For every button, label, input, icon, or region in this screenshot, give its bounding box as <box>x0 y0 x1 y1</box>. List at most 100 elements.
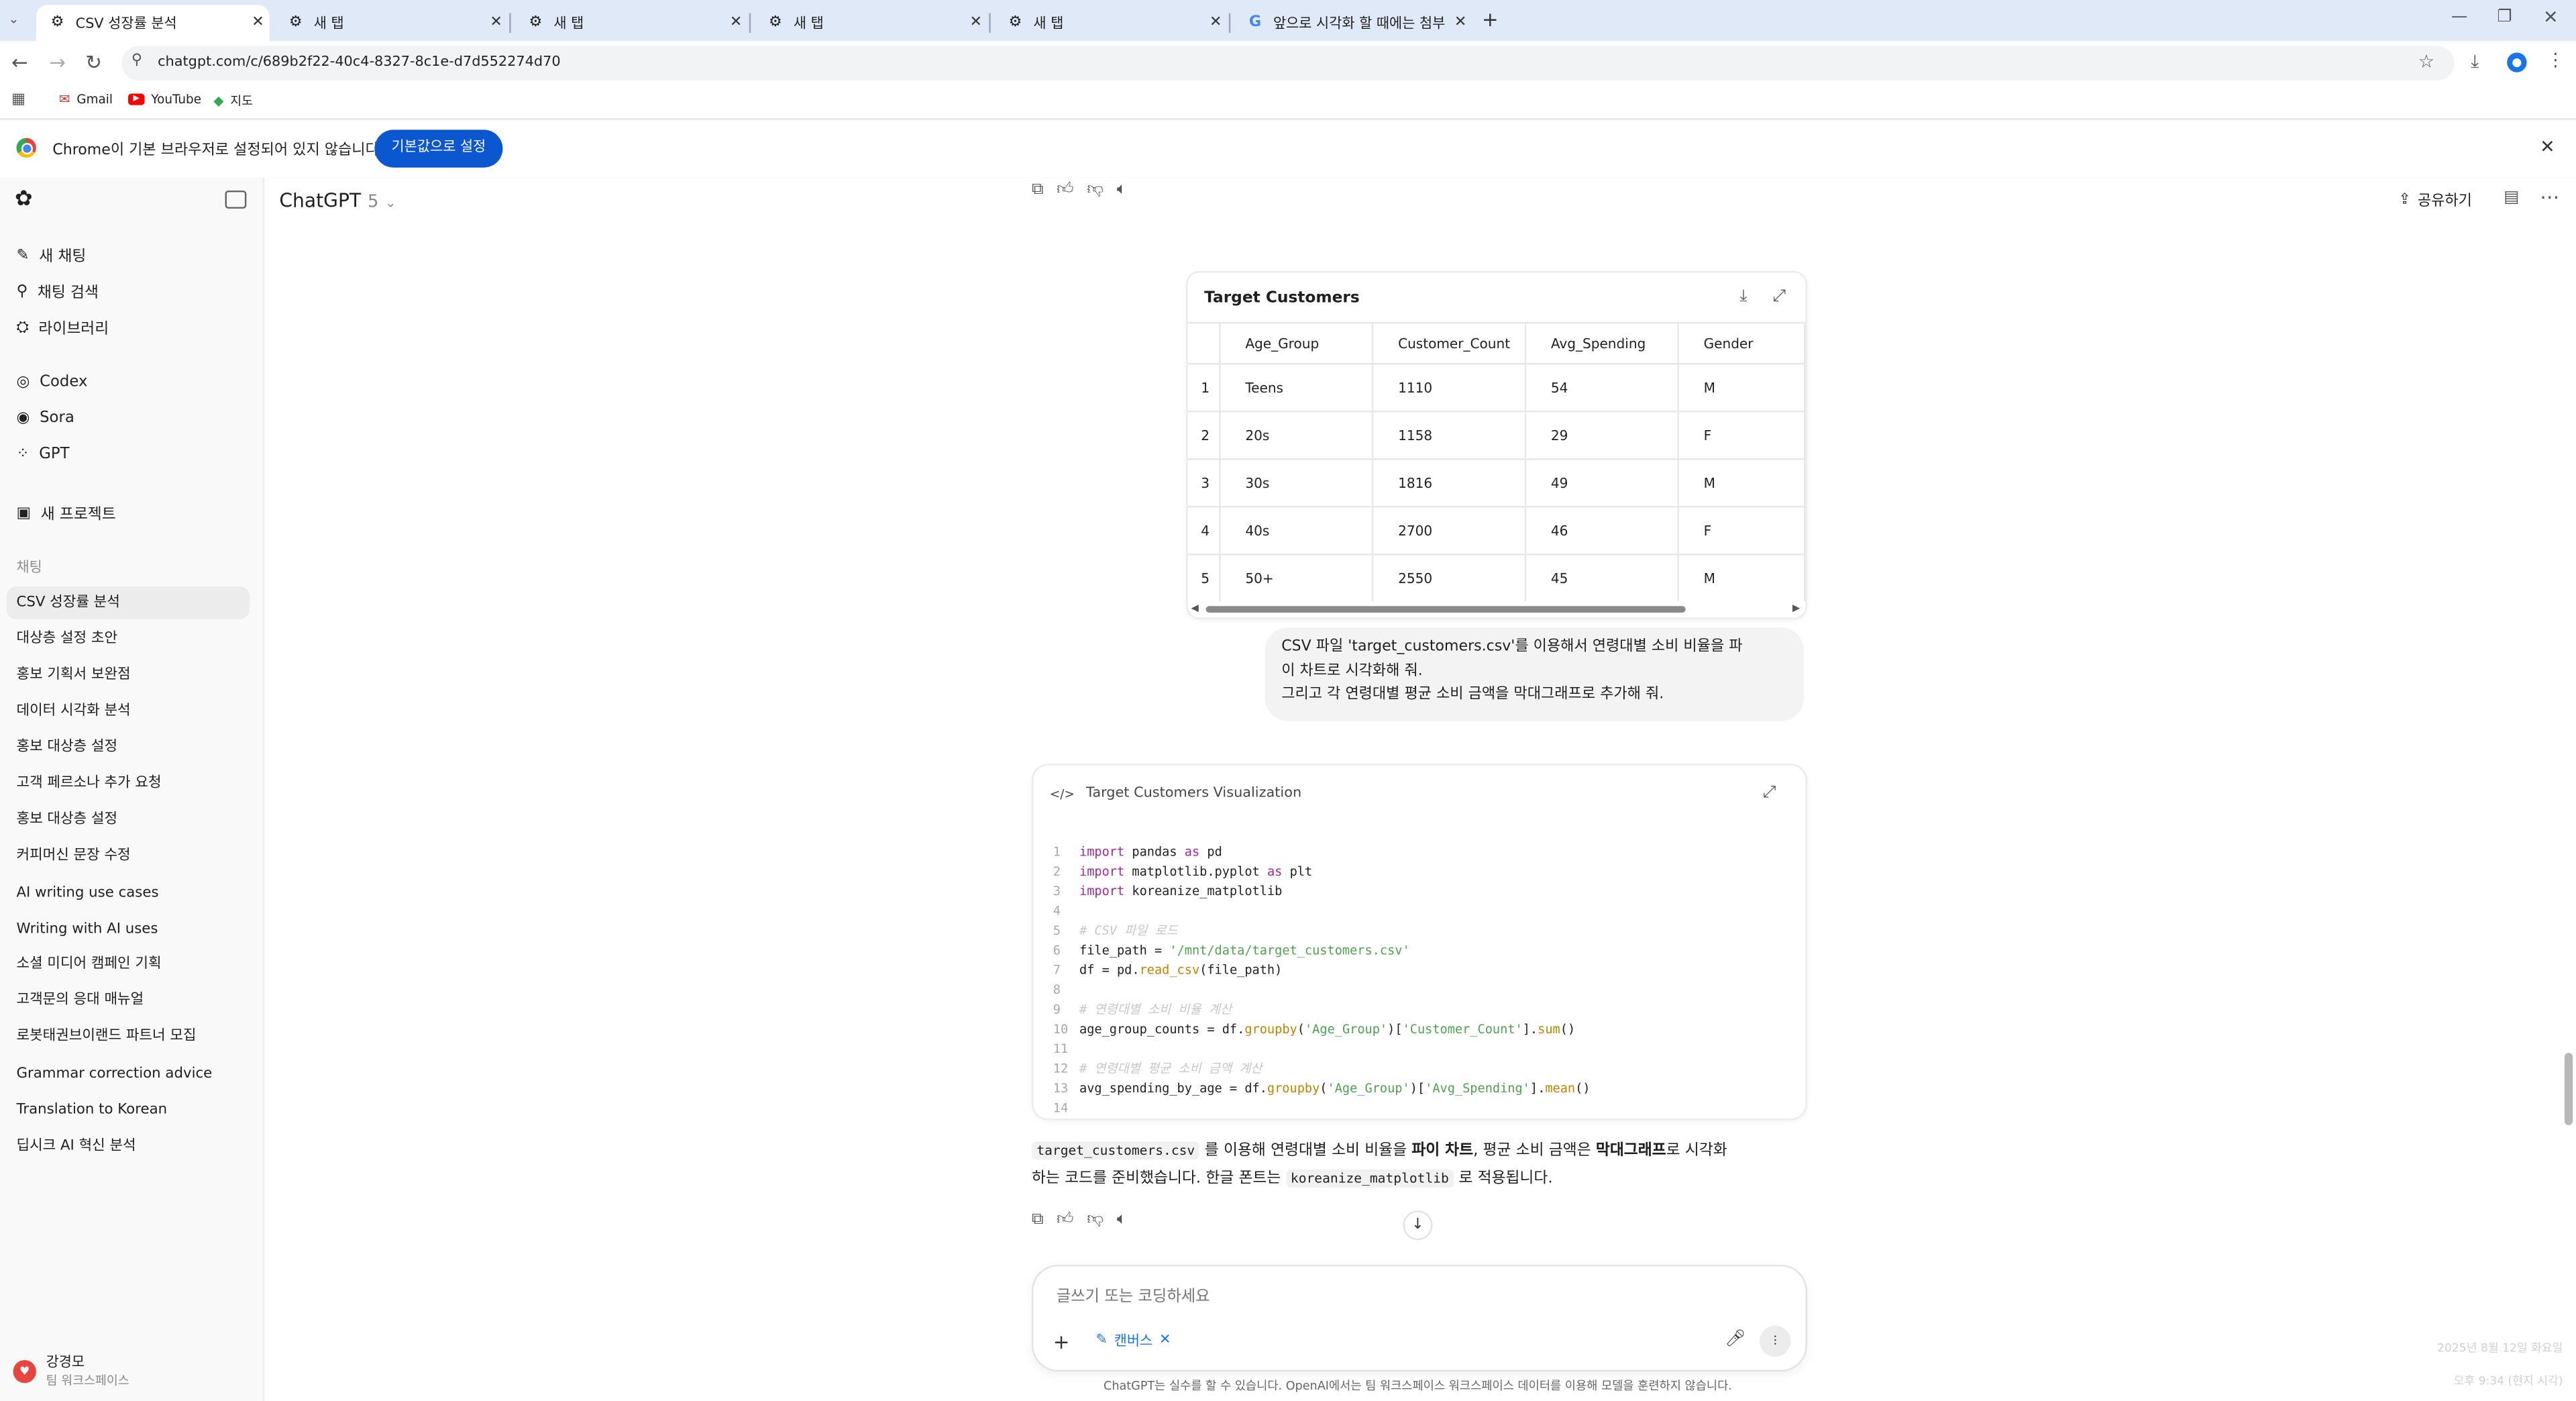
chat-item[interactable]: 대상층 설정 초안 <box>7 623 250 656</box>
openai-logo-icon[interactable]: ✿ <box>15 187 33 212</box>
tab-new-2[interactable]: ⚙ 새 탭 ✕ <box>515 5 748 41</box>
tab-google-search[interactable]: G 앞으로 시각화 할 때에는 첨부 ✕ <box>1234 5 1472 41</box>
thumbs-up-icon[interactable]: 👍︎ <box>1057 179 1074 199</box>
chat-item[interactable]: 홍보 대상층 설정 <box>7 731 250 764</box>
table-horizontal-scrollbar[interactable]: ◀ ▶ <box>1187 601 1806 618</box>
chat-item[interactable]: CSV 성장률 분석 <box>6 586 250 619</box>
close-tab-icon[interactable]: ✕ <box>1204 15 1227 31</box>
user-profile[interactable]: ♥ 강경모 팀 워크스페이스 <box>13 1352 129 1390</box>
toggle-sidebar-icon[interactable] <box>225 190 247 209</box>
download-table-icon[interactable]: ⤓ <box>1739 287 1747 305</box>
restore-icon[interactable]: ❐ <box>2497 8 2512 26</box>
nav-codex[interactable]: ◎ Codex <box>16 373 87 391</box>
minimize-icon[interactable]: — <box>2451 8 2467 26</box>
nav-library[interactable]: ⛭ 라이브러리 <box>16 315 109 339</box>
chat-item[interactable]: Grammar correction advice <box>7 1058 250 1091</box>
chat-item[interactable]: 소셜 미디어 캠페인 기획 <box>7 947 250 980</box>
close-tab-icon[interactable]: ✕ <box>484 15 507 31</box>
edit-icon: ✎ <box>16 245 30 264</box>
chat-item[interactable]: 홍보 대상층 설정 <box>7 803 250 836</box>
user-message-bubble: CSV 파일 'target_customers.csv'를 이용해서 연령대별… <box>1265 627 1805 721</box>
plus-icon[interactable]: + <box>1053 1331 1070 1353</box>
column-header[interactable]: Gender <box>1678 323 1806 365</box>
chrome-menu-icon[interactable]: ⋮ <box>2546 49 2565 70</box>
column-header[interactable]: Age_Group <box>1220 323 1374 365</box>
thumbs-down-icon[interactable]: 👎︎ <box>1087 1209 1104 1229</box>
chat-item[interactable]: 데이터 시각화 분석 <box>7 695 250 728</box>
copy-icon[interactable]: ⧉ <box>1032 179 1043 199</box>
tab-new-4[interactable]: ⚙ 새 탭 ✕ <box>994 5 1228 41</box>
canvas-tool-chip[interactable]: ✎ 캔버스 ✕ <box>1095 1331 1171 1350</box>
voice-mode-button[interactable]: ⫶ <box>1759 1325 1791 1357</box>
scroll-right-icon[interactable]: ▶ <box>1792 603 1800 614</box>
chat-item[interactable]: 홍보 기획서 보완점 <box>7 659 250 692</box>
thumbs-up-icon[interactable]: 👍︎ <box>1057 1209 1074 1229</box>
nav-new-project[interactable]: ▣ 새 프로젝트 <box>16 501 115 524</box>
chat-item[interactable]: Writing with AI uses <box>7 913 250 946</box>
bookmark-gmail[interactable]: ✉ Gmail <box>59 92 113 107</box>
apps-grid-icon[interactable]: ▦ <box>11 92 25 108</box>
chat-item[interactable]: 고객 페르소나 추가 요청 <box>7 767 250 800</box>
profile-avatar-icon[interactable]: ● <box>2507 52 2527 72</box>
chat-item[interactable]: AI writing use cases <box>7 877 250 910</box>
forward-icon[interactable]: → <box>49 51 66 74</box>
assistant-message: target_customers.csv 를 이용해 연령대별 소비 비율을 파… <box>1031 1141 1727 1188</box>
column-header[interactable]: Customer_Count <box>1373 323 1527 365</box>
close-tab-icon[interactable]: ✕ <box>1449 15 1472 31</box>
scroll-left-icon[interactable]: ◀ <box>1191 603 1199 614</box>
gmail-icon: ✉ <box>59 92 70 107</box>
bookmark-youtube[interactable]: ▶ YouTube <box>128 92 201 107</box>
chatgpt-favicon-icon: ⚙ <box>529 15 543 32</box>
speaker-icon[interactable]: 🔈︎ <box>1117 1209 1127 1229</box>
thumbs-down-icon[interactable]: 👎︎ <box>1087 179 1104 199</box>
chrome-logo-icon <box>16 138 36 158</box>
notes-icon[interactable]: ▤ <box>2504 189 2519 207</box>
expand-table-icon[interactable]: ⤢ <box>1772 287 1786 305</box>
back-icon[interactable]: ← <box>11 51 28 74</box>
chatgpt-favicon-icon: ⚙ <box>50 15 64 32</box>
tab-csv-analysis[interactable]: ⚙ CSV 성장률 분석 ✕ <box>36 5 270 42</box>
microphone-icon[interactable]: 🎤︎ <box>1725 1331 1746 1349</box>
copy-icon[interactable]: ⧉ <box>1032 1209 1043 1229</box>
reload-icon[interactable]: ↻ <box>85 51 102 74</box>
code-line: 10 age_group_counts = df.groupby('Age_Gro… <box>1053 1021 1576 1037</box>
download-icon[interactable]: ⤓ <box>2471 51 2479 74</box>
tab-new-1[interactable]: ⚙ 새 탭 ✕ <box>274 5 508 41</box>
close-tab-icon[interactable]: ✕ <box>246 15 269 31</box>
tab-new-3[interactable]: ⚙ 새 탭 ✕ <box>754 5 987 41</box>
scroll-to-bottom-button[interactable]: ↓ <box>1403 1210 1433 1241</box>
chat-item[interactable]: 딥시크 AI 혁신 분석 <box>7 1130 250 1163</box>
close-window-icon[interactable]: ✕ <box>2543 7 2559 28</box>
code-block[interactable]: 1 import pandas as pd 2 import matplotlib.… <box>1053 843 1792 1119</box>
page-scrollbar-thumb[interactable] <box>2564 1053 2573 1125</box>
close-infobar-icon[interactable]: ✕ <box>2540 136 2555 158</box>
nav-new-chat[interactable]: ✎ 새 채팅 <box>16 243 86 266</box>
nav-sora[interactable]: ◉ Sora <box>16 409 74 427</box>
remove-canvas-icon[interactable]: ✕ <box>1159 1332 1171 1348</box>
nav-search-chats[interactable]: ⚲ 채팅 검색 <box>16 279 98 303</box>
nav-gpt[interactable]: ⁘ GPT <box>16 445 69 463</box>
code-line: 3 import koreanize_matplotlib <box>1053 884 1283 899</box>
model-selector[interactable]: ChatGPT 5 ⌄ <box>279 189 396 212</box>
chat-item[interactable]: 로봇태권브이랜드 파트너 모집 <box>7 1020 250 1053</box>
site-info-icon[interactable]: ⚲ <box>131 52 142 68</box>
chat-item[interactable]: 커피머신 문장 수정 <box>7 839 250 872</box>
close-tab-icon[interactable]: ✕ <box>965 15 987 31</box>
scrollbar-thumb[interactable] <box>1205 606 1686 613</box>
more-options-icon[interactable]: ⋯ <box>2540 186 2559 209</box>
bookmark-maps[interactable]: ◆ 지도 <box>213 92 253 110</box>
set-default-button[interactable]: 기본값으로 설정 <box>374 129 503 168</box>
new-tab-icon[interactable]: + <box>1482 8 1499 31</box>
close-tab-icon[interactable]: ✕ <box>724 15 747 31</box>
share-button[interactable]: ⇪ 공유하기 <box>2399 189 2472 210</box>
tab-search-icon[interactable]: ⌄ <box>8 11 19 26</box>
speaker-icon[interactable]: 🔈︎ <box>1117 179 1127 199</box>
expand-code-icon[interactable]: ⤢ <box>1763 784 1776 802</box>
prompt-input[interactable] <box>1053 1281 1783 1311</box>
chat-item[interactable]: Translation to Korean <box>7 1094 250 1127</box>
chat-item[interactable]: 고객문의 응대 매뉴얼 <box>7 984 250 1017</box>
column-header[interactable]: Avg_Spending <box>1525 323 1679 365</box>
bookmark-star-icon[interactable]: ☆ <box>2418 51 2434 72</box>
code-panel-header[interactable]: </> Target Customers Visualization <box>1050 785 1301 801</box>
address-bar[interactable]: ⚲ chatgpt.com/c/689b2f22-40c4-8327-8c1e-… <box>121 46 2455 81</box>
